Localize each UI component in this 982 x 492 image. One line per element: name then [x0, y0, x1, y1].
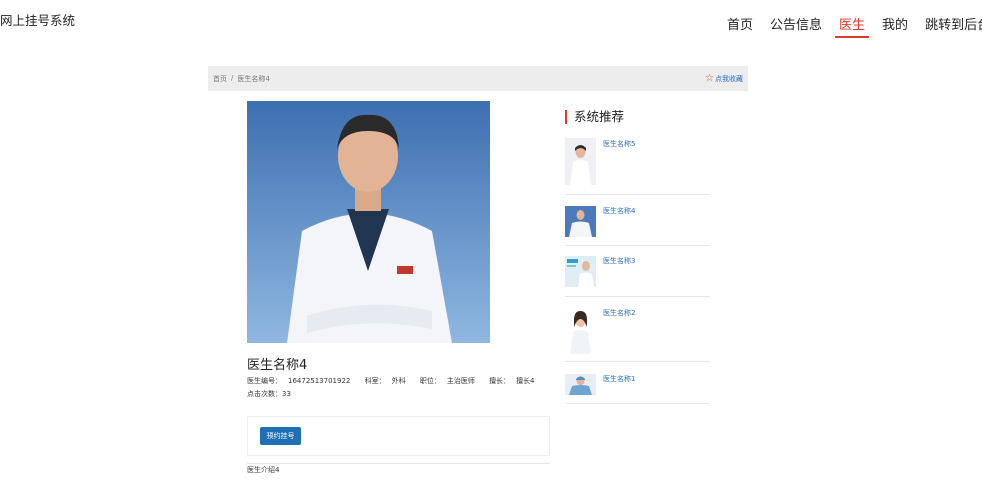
recommend-name[interactable]: 医生名称2 — [603, 308, 635, 318]
recommend-item[interactable]: 医生名称1 — [565, 362, 710, 404]
top-nav: 首页 公告信息 医生 我的 跳转到后台 — [727, 14, 982, 38]
recommend-thumbnail[interactable] — [565, 206, 596, 237]
doctor-info: 医生编号： 16472513701922 科室： 外科 职位： 主治医师 擅长： 擅长4 — [247, 376, 547, 386]
recommend-item[interactable]: 医生名称5 — [565, 137, 710, 195]
doctor-dept: 科室： 外科 — [364, 377, 406, 385]
recommend-name[interactable]: 医生名称3 — [603, 256, 635, 266]
recommend-thumbnail[interactable] — [565, 138, 596, 185]
recommend-name[interactable]: 医生名称4 — [603, 206, 635, 216]
nav-home[interactable]: 首页 — [727, 14, 753, 37]
breadcrumb: 首页 / 医生名称4 — [213, 74, 270, 84]
recommend-thumbnail[interactable] — [565, 256, 596, 287]
book-appointment-button[interactable]: 预约挂号 — [260, 427, 301, 445]
nav-announcements[interactable]: 公告信息 — [770, 14, 822, 37]
recommend-title: 系统推荐 — [565, 110, 624, 124]
doctor-photo — [247, 101, 490, 343]
breadcrumb-home[interactable]: 首页 — [213, 74, 227, 84]
recommend-name[interactable]: 医生名称5 — [603, 139, 635, 149]
doctor-title: 职位： 主治医师 — [419, 377, 475, 385]
doctor-specialty: 擅长： 擅长4 — [489, 377, 535, 385]
recommend-item[interactable]: 医生名称2 — [565, 297, 710, 362]
breadcrumb-separator: / — [231, 73, 234, 82]
doctor-id: 医生编号： 16472513701922 — [247, 377, 351, 385]
doctor-name: 医生名称4 — [247, 358, 308, 373]
nav-admin[interactable]: 跳转到后台 — [925, 14, 982, 37]
nav-doctors[interactable]: 医生 — [835, 14, 870, 38]
nav-mine[interactable]: 我的 — [882, 14, 908, 37]
site-title: 网上挂号系统 — [0, 13, 76, 28]
divider — [247, 463, 550, 464]
recommend-thumbnail[interactable] — [565, 307, 596, 354]
breadcrumb-bar: 首页 / 医生名称4 ☆ 点我收藏 — [208, 66, 748, 91]
favorite-label: 点我收藏 — [715, 74, 743, 83]
booking-panel: 预约挂号 — [247, 416, 550, 456]
breadcrumb-current: 医生名称4 — [237, 74, 270, 83]
doctor-intro: 医生介绍4 — [247, 466, 280, 474]
recommend-item[interactable]: 医生名称4 — [565, 195, 710, 246]
star-outline-icon: ☆ — [705, 72, 714, 84]
doctor-clicks: 点击次数：33 — [247, 390, 291, 398]
recommend-thumbnail[interactable] — [565, 374, 596, 395]
favorite-button[interactable]: ☆ 点我收藏 — [705, 72, 743, 84]
recommend-name[interactable]: 医生名称1 — [603, 374, 635, 384]
recommend-item[interactable]: 医生名称3 — [565, 246, 710, 297]
